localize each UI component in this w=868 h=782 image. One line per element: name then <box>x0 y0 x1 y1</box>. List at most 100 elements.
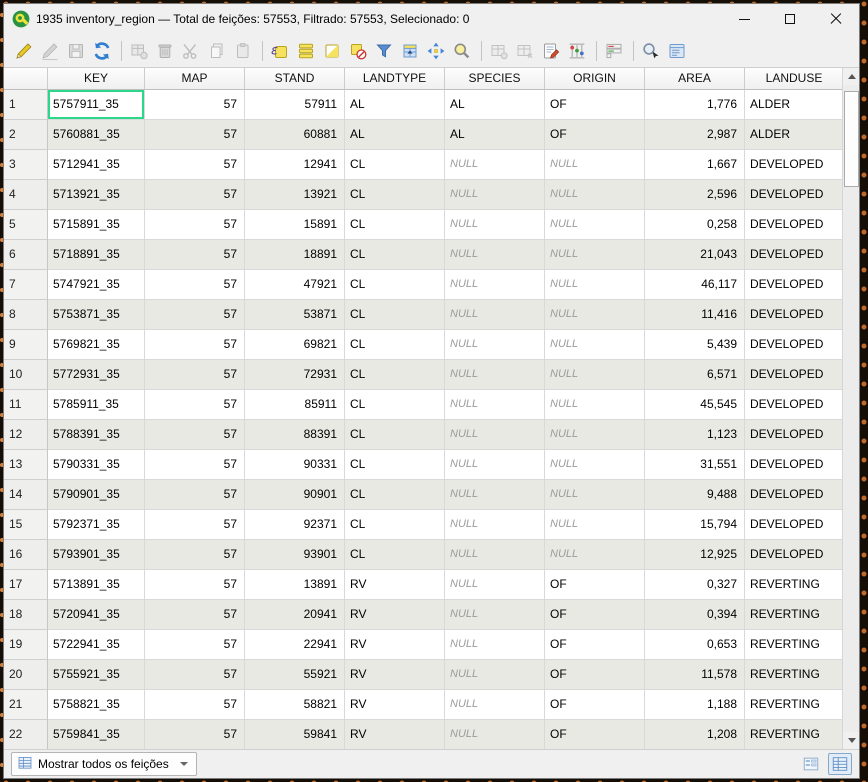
row-number[interactable]: 21 <box>4 690 48 720</box>
row-number[interactable]: 2 <box>4 120 48 150</box>
cell-map[interactable]: 57 <box>145 420 245 450</box>
cell-origin[interactable]: NULL <box>545 420 645 450</box>
cell-area[interactable]: 1,208 <box>645 720 745 749</box>
field-calculator-button[interactable] <box>539 39 563 63</box>
cell-species[interactable]: NULL <box>445 300 545 330</box>
cell-map[interactable]: 57 <box>145 690 245 720</box>
row-number[interactable]: 15 <box>4 510 48 540</box>
cell-map[interactable]: 57 <box>145 270 245 300</box>
row-number[interactable]: 18 <box>4 600 48 630</box>
cell-stand[interactable]: 13891 <box>245 570 345 600</box>
scroll-up-button[interactable] <box>843 68 859 85</box>
cell-area[interactable]: 2,987 <box>645 120 745 150</box>
cell-key[interactable]: 5753871_35 <box>48 300 145 330</box>
cell-landuse[interactable]: ALDER <box>745 90 844 120</box>
row-number[interactable]: 13 <box>4 450 48 480</box>
cell-landtype[interactable]: CL <box>345 150 445 180</box>
cell-species[interactable]: NULL <box>445 240 545 270</box>
vertical-scrollbar[interactable] <box>842 68 859 749</box>
cell-origin[interactable]: OF <box>545 90 645 120</box>
cell-key[interactable]: 5790331_35 <box>48 450 145 480</box>
cell-key[interactable]: 5755921_35 <box>48 660 145 690</box>
cell-landuse[interactable]: REVERTING <box>745 660 844 690</box>
cell-landtype[interactable]: RV <box>345 630 445 660</box>
cell-species[interactable]: NULL <box>445 450 545 480</box>
cell-key[interactable]: 5759841_35 <box>48 720 145 749</box>
cell-stand[interactable]: 20941 <box>245 600 345 630</box>
zoom-to-selection-button[interactable] <box>450 39 474 63</box>
minimize-button[interactable] <box>721 4 767 34</box>
cell-stand[interactable]: 13921 <box>245 180 345 210</box>
cell-area[interactable]: 0,258 <box>645 210 745 240</box>
row-number[interactable]: 11 <box>4 390 48 420</box>
cell-species[interactable]: NULL <box>445 210 545 240</box>
cell-map[interactable]: 57 <box>145 390 245 420</box>
row-number[interactable]: 14 <box>4 480 48 510</box>
row-number[interactable]: 12 <box>4 420 48 450</box>
layer-actions-button[interactable] <box>602 39 626 63</box>
cell-landuse[interactable]: ALDER <box>745 120 844 150</box>
cell-area[interactable]: 9,488 <box>645 480 745 510</box>
cell-map[interactable]: 57 <box>145 570 245 600</box>
cell-area[interactable]: 11,578 <box>645 660 745 690</box>
cell-map[interactable]: 57 <box>145 480 245 510</box>
cell-landtype[interactable]: CL <box>345 510 445 540</box>
cell-key[interactable]: 5720941_35 <box>48 600 145 630</box>
cell-origin[interactable]: NULL <box>545 360 645 390</box>
cell-landuse[interactable]: DEVELOPED <box>745 270 844 300</box>
select-by-expression-button[interactable]: ε <box>268 39 292 63</box>
cell-stand[interactable]: 47921 <box>245 270 345 300</box>
titlebar[interactable]: 1935 inventory_region — Total de feições… <box>4 4 859 34</box>
cell-stand[interactable]: 12941 <box>245 150 345 180</box>
cell-stand[interactable]: 15891 <box>245 210 345 240</box>
row-number[interactable]: 5 <box>4 210 48 240</box>
cell-key[interactable]: 5747921_35 <box>48 270 145 300</box>
cell-species[interactable]: NULL <box>445 480 545 510</box>
cell-stand[interactable]: 18891 <box>245 240 345 270</box>
cell-stand[interactable]: 69821 <box>245 330 345 360</box>
column-header-origin[interactable]: ORIGIN <box>545 68 645 90</box>
cell-landuse[interactable]: REVERTING <box>745 600 844 630</box>
cell-map[interactable]: 57 <box>145 720 245 749</box>
cell-landtype[interactable]: RV <box>345 720 445 749</box>
cell-area[interactable]: 5,439 <box>645 330 745 360</box>
cell-origin[interactable]: NULL <box>545 510 645 540</box>
row-number[interactable]: 3 <box>4 150 48 180</box>
cell-landtype[interactable]: RV <box>345 690 445 720</box>
cell-area[interactable]: 2,596 <box>645 180 745 210</box>
cell-stand[interactable]: 92371 <box>245 510 345 540</box>
row-number[interactable]: 9 <box>4 330 48 360</box>
cell-map[interactable]: 57 <box>145 150 245 180</box>
cell-landtype[interactable]: CL <box>345 180 445 210</box>
cell-area[interactable]: 45,545 <box>645 390 745 420</box>
cell-landuse[interactable]: DEVELOPED <box>745 390 844 420</box>
cell-landuse[interactable]: DEVELOPED <box>745 360 844 390</box>
cell-landtype[interactable]: AL <box>345 90 445 120</box>
move-selection-to-top-button[interactable] <box>398 39 422 63</box>
cell-key[interactable]: 5713891_35 <box>48 570 145 600</box>
cell-landtype[interactable]: CL <box>345 330 445 360</box>
cell-key[interactable]: 5758821_35 <box>48 690 145 720</box>
cell-species[interactable]: NULL <box>445 180 545 210</box>
reload-table-button[interactable] <box>90 39 114 63</box>
scroll-down-button[interactable] <box>843 732 859 749</box>
cell-species[interactable]: NULL <box>445 510 545 540</box>
row-number[interactable]: 1 <box>4 90 48 120</box>
cell-species[interactable]: NULL <box>445 660 545 690</box>
cell-key[interactable]: 5769821_35 <box>48 330 145 360</box>
column-header-key[interactable]: KEY <box>48 68 145 90</box>
cell-stand[interactable]: 59841 <box>245 720 345 749</box>
cell-stand[interactable]: 53871 <box>245 300 345 330</box>
row-number[interactable]: 17 <box>4 570 48 600</box>
row-number[interactable]: 8 <box>4 300 48 330</box>
cell-origin[interactable]: NULL <box>545 300 645 330</box>
cell-landuse[interactable]: DEVELOPED <box>745 480 844 510</box>
cell-map[interactable]: 57 <box>145 300 245 330</box>
cell-map[interactable]: 57 <box>145 630 245 660</box>
cell-species[interactable]: NULL <box>445 570 545 600</box>
cell-species[interactable]: NULL <box>445 690 545 720</box>
cell-origin[interactable]: OF <box>545 600 645 630</box>
cell-origin[interactable]: OF <box>545 720 645 749</box>
dock-attribute-table-button[interactable] <box>665 39 689 63</box>
row-number[interactable]: 19 <box>4 630 48 660</box>
